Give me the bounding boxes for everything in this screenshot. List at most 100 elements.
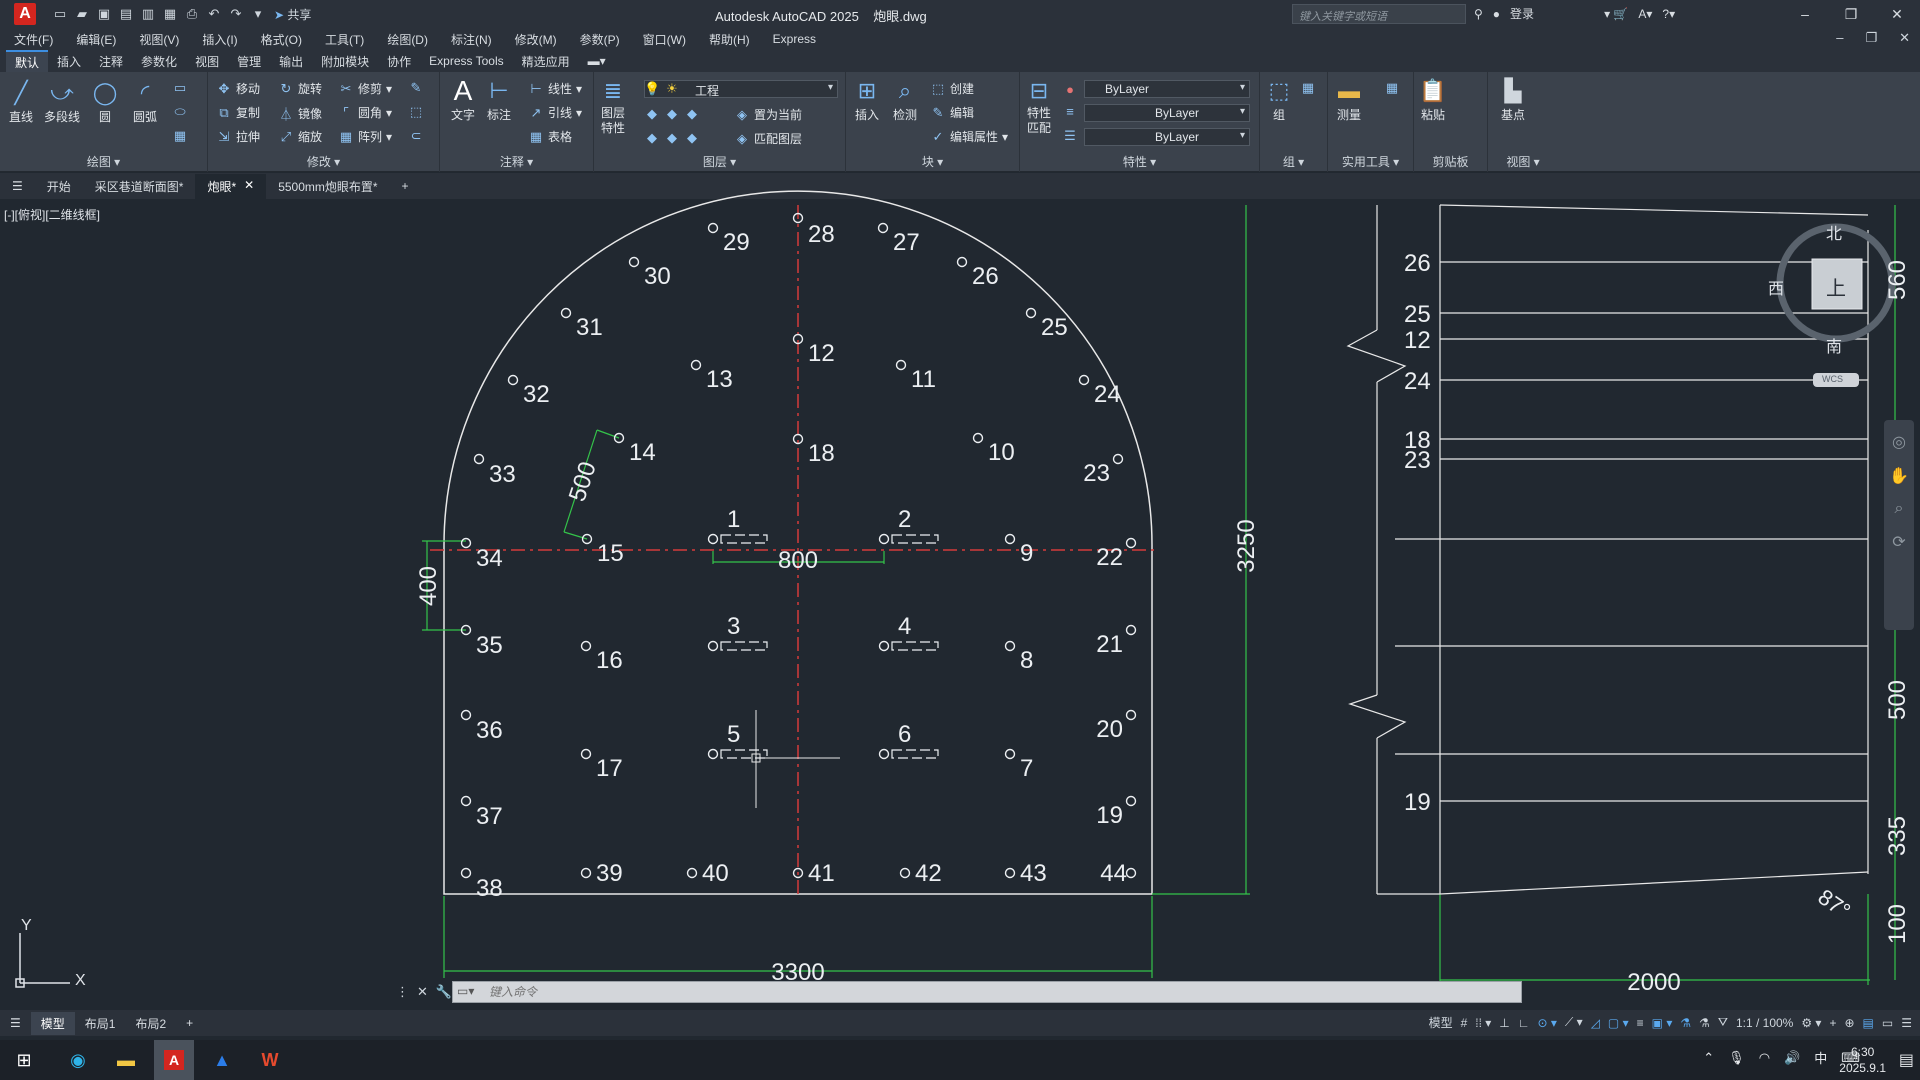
search-icon[interactable]: ⚲ <box>1474 7 1483 21</box>
match-properties-tool[interactable]: ⊟ 特性 匹配 <box>1024 76 1054 136</box>
trim-tool[interactable]: ✂ 修剪 ▾ <box>338 80 393 97</box>
osnap-icon[interactable]: ◿ <box>1591 1016 1600 1030</box>
tab-express-tools[interactable]: Express Tools <box>420 52 512 70</box>
tab-layout1[interactable]: 布局1 <box>75 1012 126 1035</box>
properties-panel-title[interactable]: 特性 ▾ <box>1020 153 1259 170</box>
ortho-icon[interactable]: ∟ <box>1518 1016 1530 1030</box>
tab-featured-apps[interactable]: 精选应用 <box>513 51 579 72</box>
clean-screen-icon[interactable]: ▭ <box>1882 1016 1893 1030</box>
doc-restore-icon[interactable]: ❐ <box>1865 30 1877 46</box>
volume-icon[interactable]: 🔊 <box>1784 1050 1800 1066</box>
tab-manage[interactable]: 管理 <box>228 51 270 72</box>
utilities-panel-title[interactable]: 实用工具 ▾ <box>1328 153 1413 170</box>
wifi-icon[interactable]: ◠ <box>1759 1050 1770 1066</box>
navigation-bar[interactable]: ◎ ✋ ⌕ ⟳ <box>1884 420 1914 630</box>
command-input[interactable] <box>489 984 1389 1000</box>
cmd-close-icon[interactable]: ✕ <box>417 984 428 1000</box>
open-file-icon[interactable]: ▰ <box>74 6 90 22</box>
menu-help[interactable]: 帮助(H) <box>709 31 750 48</box>
stretch-tool[interactable]: ⇲ 拉伸 <box>216 128 260 145</box>
match-layer-tool[interactable]: ◈ 匹配图层 <box>734 130 802 147</box>
menu-window[interactable]: 窗口(W) <box>643 31 686 48</box>
tab-insert[interactable]: 插入 <box>48 51 90 72</box>
annotation-scale-icon[interactable]: ⛛ <box>1718 1015 1728 1030</box>
microphone-icon[interactable]: 🎙 <box>1728 1050 1745 1066</box>
menu-insert[interactable]: 插入(I) <box>202 31 237 48</box>
layer-lock-icon[interactable]: ◆ <box>644 130 660 146</box>
login-link[interactable]: 登录 <box>1510 5 1534 22</box>
isolate-icon[interactable]: ⊕ <box>1844 1016 1854 1030</box>
layer-off-icon[interactable]: ◆ <box>644 106 660 122</box>
qat-dropdown-icon[interactable]: ▾ <box>250 6 266 22</box>
set-current-tool[interactable]: ◈ 置为当前 <box>734 106 802 123</box>
cmd-customize-icon[interactable]: 🔧 <box>436 984 452 1000</box>
tab-close-icon[interactable]: ✕ <box>244 178 254 195</box>
tab-model[interactable]: 模型 <box>30 1011 75 1035</box>
fillet-tool[interactable]: ⌜ 圆角 ▾ <box>338 104 392 121</box>
notification-icon[interactable]: ▤ <box>1899 1050 1914 1070</box>
auto-scale-icon[interactable]: ⚗ <box>1699 1016 1710 1030</box>
menu-parametric[interactable]: 参数(P) <box>580 31 620 48</box>
search-input[interactable]: 键入关键字或短语 <box>1292 4 1466 24</box>
viewcube-north[interactable]: 北 <box>1826 220 1842 244</box>
linetype-dropdown[interactable]: ByLayer <box>1084 104 1250 122</box>
print-icon[interactable]: ⎙ <box>184 6 200 22</box>
draw-panel-title[interactable]: 绘图 ▾ <box>0 153 207 170</box>
drawing-canvas[interactable] <box>0 200 1920 983</box>
insert-tool[interactable]: ⊞ 插入 <box>852 76 882 123</box>
undo-icon[interactable]: ↶ <box>206 6 222 22</box>
customize-icon[interactable]: ☰ <box>1901 1016 1912 1030</box>
new-tab-icon[interactable]: + <box>390 175 421 197</box>
infer-icon[interactable]: ⊥ <box>1499 1016 1509 1030</box>
viewport-label[interactable]: [-][俯视][二维线框] <box>4 206 100 223</box>
measure-tool[interactable]: ▬ 测量 <box>1334 76 1364 123</box>
cmd-grip-icon[interactable]: ⋮ <box>396 984 409 1000</box>
dimension-tool[interactable]: ⊢ 标注 <box>484 76 514 123</box>
settings-icon[interactable]: ⚙ ▾ <box>1801 1016 1821 1030</box>
cart-icon[interactable]: ▾ 🛒 <box>1604 7 1628 21</box>
file-menu-icon[interactable]: ☰ <box>0 175 35 197</box>
detect-tool[interactable]: ⌕ 检测 <box>890 76 920 123</box>
view-panel-title[interactable]: 视图 ▾ <box>1488 153 1558 170</box>
hatch-tool[interactable]: ⬭ <box>172 104 188 120</box>
edit-block-tool[interactable]: ✎ 编辑 <box>930 104 974 121</box>
polyline-tool[interactable]: ⤻ 多段线 <box>44 78 80 125</box>
add-icon[interactable]: + <box>1829 1016 1836 1030</box>
file-tab-current[interactable]: 炮眼* ✕ <box>195 173 267 199</box>
doc-minimize-icon[interactable]: – <box>1836 30 1843 46</box>
steering-wheel-icon[interactable]: ◎ <box>1892 432 1906 452</box>
paste-tool[interactable]: 📋 粘贴 <box>1418 76 1448 123</box>
tab-collaborate[interactable]: 协作 <box>378 51 420 72</box>
restore-icon[interactable]: ❐ <box>1828 0 1874 28</box>
menu-draw[interactable]: 绘图(D) <box>387 31 428 48</box>
autocad-task-icon[interactable]: A <box>154 1040 194 1080</box>
layers-panel-title[interactable]: 图层 ▾ <box>594 153 845 170</box>
line-tool[interactable]: ╱ 直线 <box>6 78 36 125</box>
file-tab-start[interactable]: 开始 <box>35 174 83 199</box>
move-tool[interactable]: ✥ 移动 <box>216 80 260 97</box>
add-layout-icon[interactable]: + <box>176 1013 203 1033</box>
close-icon[interactable]: ✕ <box>1874 0 1920 28</box>
windows-start-icon[interactable]: ⊞ <box>4 1040 44 1080</box>
minimize-icon[interactable]: – <box>1782 0 1828 28</box>
tab-layout2[interactable]: 布局2 <box>125 1012 176 1035</box>
polar-icon[interactable]: ⊙ ▾ <box>1538 1016 1557 1030</box>
wcs-label[interactable]: WCS <box>1822 374 1843 384</box>
plot-icon[interactable]: ▦ <box>162 6 178 22</box>
array-tool[interactable]: ▦ 阵列 ▾ <box>338 128 392 145</box>
copy-tool[interactable]: ⧉ 复制 <box>216 104 260 121</box>
new-file-icon[interactable]: ▭ <box>52 6 68 22</box>
circle-tool[interactable]: ◯ 圆 <box>90 78 120 125</box>
isodraft-icon[interactable]: ⟋ ▾ <box>1565 1015 1583 1030</box>
wps-task-icon[interactable]: W <box>250 1040 290 1080</box>
tray-expand-icon[interactable]: ⌃ <box>1703 1050 1714 1066</box>
modify-panel-title[interactable]: 修改 ▾ <box>208 153 439 170</box>
menu-format[interactable]: 格式(O) <box>261 31 302 48</box>
doc-close-icon[interactable]: ✕ <box>1899 30 1910 46</box>
share-button[interactable]: ➤ 共享 <box>274 6 311 23</box>
rotate-tool[interactable]: ↻ 旋转 <box>278 80 322 97</box>
viewcube-south[interactable]: 南 <box>1826 333 1842 357</box>
snap-icon[interactable]: ⁞⁞ ▾ <box>1475 1016 1491 1030</box>
annotation-panel-title[interactable]: 注释 ▾ <box>440 153 593 170</box>
tab-parametric[interactable]: 参数化 <box>132 51 186 72</box>
